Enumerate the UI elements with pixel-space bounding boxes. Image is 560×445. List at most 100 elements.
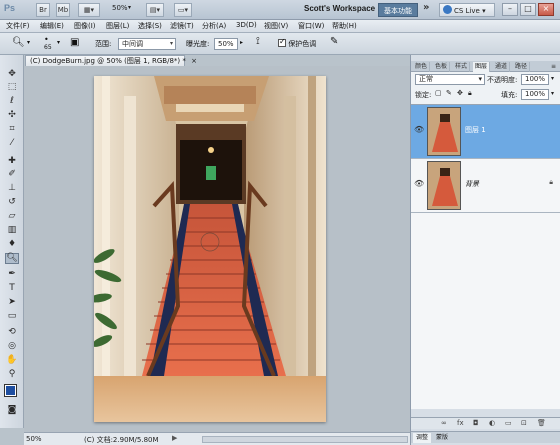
tab-channels[interactable]: 通道 xyxy=(493,62,511,72)
type-tool-icon[interactable]: T xyxy=(5,283,19,294)
lasso-tool-icon[interactable]: ℓ xyxy=(5,96,19,107)
add-mask-icon[interactable]: ◘ xyxy=(473,419,479,427)
range-select[interactable]: 中间调 ▾ xyxy=(118,38,176,50)
layer-row-layer1[interactable]: 👁︎ 图层 1 xyxy=(411,105,560,159)
tab-layers[interactable]: 图层 xyxy=(473,62,491,72)
horizontal-scrollbar[interactable] xyxy=(202,436,408,443)
history-brush-tool-icon[interactable]: ↺ xyxy=(5,197,19,208)
layer-name[interactable]: 背景 xyxy=(465,179,479,189)
zoom-tool-icon[interactable]: ⚲ xyxy=(5,369,19,380)
fill-input[interactable]: 100% xyxy=(521,89,549,100)
lock-transparent-icon[interactable]: ▢ xyxy=(435,89,442,97)
zoom-dropdown-icon[interactable]: ▾ xyxy=(128,4,131,11)
3d-rotate-tool-icon[interactable]: ⟲ xyxy=(5,327,19,338)
tab-styles[interactable]: 样式 xyxy=(453,62,471,72)
menu-edit[interactable]: 编辑(E) xyxy=(40,21,64,31)
clone-stamp-tool-icon[interactable]: ⊥ xyxy=(5,183,19,194)
lock-position-icon[interactable]: ✥ xyxy=(457,89,463,97)
tab-adjustments[interactable]: 调整 xyxy=(413,433,432,443)
tab-masks[interactable]: 蒙版 xyxy=(433,433,451,443)
lock-all-icon[interactable]: 🔒︎ xyxy=(468,89,472,98)
hand-tool-icon[interactable]: ✋ xyxy=(5,355,19,366)
menu-view[interactable]: 视图(V) xyxy=(264,21,288,31)
path-selection-tool-icon[interactable]: ➤ xyxy=(5,297,19,308)
zoom-level[interactable]: 50% xyxy=(112,4,128,12)
workspace-name[interactable]: Scott's Workspace xyxy=(304,4,375,13)
quick-mask-icon[interactable]: ◙ xyxy=(5,405,19,416)
cs-live-button[interactable]: CS Live ▾ xyxy=(439,3,495,17)
layer-style-icon[interactable]: fx xyxy=(457,419,464,427)
dodge-tool-preset-icon[interactable]: 🔍︎ xyxy=(12,37,25,48)
tablet-pressure-icon[interactable]: ✎ xyxy=(330,36,338,47)
screen-mode-button[interactable]: ▭▾ xyxy=(174,3,192,17)
airbrush-icon[interactable]: ⟟ xyxy=(256,36,260,47)
crop-tool-icon[interactable]: ⌗ xyxy=(5,124,19,135)
menu-analysis[interactable]: 分析(A) xyxy=(202,21,226,31)
status-zoom[interactable]: 50% xyxy=(26,435,42,443)
visibility-eye-icon[interactable]: 👁︎ xyxy=(414,125,424,134)
pen-tool-icon[interactable]: ✒ xyxy=(5,269,19,280)
3d-orbit-tool-icon[interactable]: ◎ xyxy=(5,341,19,352)
visibility-eye-icon[interactable]: 👁︎ xyxy=(414,179,424,188)
fill-slider-icon[interactable]: ▾ xyxy=(551,90,554,97)
bridge-button[interactable]: Br xyxy=(36,3,50,17)
photo-canvas[interactable] xyxy=(94,76,326,422)
layer-row-background[interactable]: 👁︎ 背景 🔒︎ xyxy=(411,159,560,213)
menu-file[interactable]: 文件(F) xyxy=(6,21,30,31)
spot-healing-tool-icon[interactable]: ✚ xyxy=(5,156,19,167)
menu-filter[interactable]: 滤镜(T) xyxy=(170,21,194,31)
move-tool-icon[interactable]: ✥ xyxy=(5,69,19,80)
close-button[interactable]: × xyxy=(538,3,554,16)
eraser-tool-icon[interactable]: ▱ xyxy=(5,211,19,222)
brush-tool-icon[interactable]: ✐ xyxy=(5,169,19,180)
menu-window[interactable]: 窗口(W) xyxy=(298,21,324,31)
exposure-input[interactable]: 50% xyxy=(214,38,238,50)
blur-tool-icon[interactable]: ♦ xyxy=(5,239,19,250)
dodge-tool-icon[interactable]: 🔍︎ xyxy=(5,253,19,264)
tab-swatches[interactable]: 色板 xyxy=(433,62,451,72)
opacity-slider-icon[interactable]: ▾ xyxy=(551,75,554,82)
new-layer-icon[interactable]: ⊡ xyxy=(521,419,527,427)
menu-image[interactable]: 图像(I) xyxy=(74,21,96,31)
panel-menu-icon[interactable]: ≡ xyxy=(549,62,558,72)
menu-layer[interactable]: 图层(L) xyxy=(106,21,129,31)
menu-help[interactable]: 帮助(H) xyxy=(332,21,357,31)
foreground-color-swatch[interactable] xyxy=(4,384,17,397)
new-group-icon[interactable]: ▭ xyxy=(505,419,512,427)
shape-tool-icon[interactable]: ▭ xyxy=(5,311,19,322)
minimize-button[interactable]: – xyxy=(502,3,518,16)
gradient-tool-icon[interactable]: ▥ xyxy=(5,225,19,236)
link-layers-icon[interactable]: ∞ xyxy=(441,419,447,427)
brush-panel-icon[interactable]: ▣ xyxy=(70,37,79,48)
adjustment-layer-icon[interactable]: ◐ xyxy=(489,419,495,427)
tab-paths[interactable]: 路径 xyxy=(513,62,531,72)
protect-tones-checkbox[interactable] xyxy=(278,37,286,47)
document-tab[interactable]: (C) DodgeBurn.jpg @ 50% (图层 1, RGB/8*) *… xyxy=(25,55,197,66)
menu-select[interactable]: 选择(S) xyxy=(138,21,162,31)
layer-name[interactable]: 图层 1 xyxy=(465,125,486,135)
quick-select-tool-icon[interactable]: ✣ xyxy=(5,110,19,121)
document-canvas-area[interactable] xyxy=(24,66,410,432)
view-extras-button[interactable]: ▦▾ xyxy=(78,3,100,17)
marquee-tool-icon[interactable]: ⬚ xyxy=(5,82,19,93)
tab-color[interactable]: 颜色 xyxy=(413,62,431,72)
mini-bridge-button[interactable]: Mb xyxy=(56,3,70,17)
protect-tones-option[interactable]: 保护色调 xyxy=(278,37,316,49)
more-workspaces-icon[interactable]: » xyxy=(423,2,429,13)
status-menu-icon[interactable]: ▶ xyxy=(172,434,177,442)
opacity-input[interactable]: 100% xyxy=(521,74,549,85)
brush-tip-icon[interactable]: • xyxy=(44,35,49,44)
brush-size-value[interactable]: 65 xyxy=(44,44,52,51)
document-size-info[interactable]: (C) 文档:2.90M/5.80M xyxy=(84,435,159,445)
brush-picker-dropdown-icon[interactable]: ▾ xyxy=(57,39,60,46)
arrange-documents-button[interactable]: ▤▾ xyxy=(146,3,164,17)
close-document-icon[interactable]: × xyxy=(191,57,197,65)
tool-preset-dropdown-icon[interactable]: ▾ xyxy=(27,39,30,46)
blend-mode-select[interactable]: 正常 ▾ xyxy=(415,74,485,85)
menu-3d[interactable]: 3D(D) xyxy=(236,21,257,29)
exposure-slider-icon[interactable]: ▸ xyxy=(240,39,243,46)
delete-layer-icon[interactable]: 🗑︎ xyxy=(537,419,546,427)
workspace-basic-button[interactable]: 基本功能 xyxy=(378,3,418,17)
eyedropper-tool-icon[interactable]: ⁄ xyxy=(5,138,19,149)
maximize-button[interactable]: □ xyxy=(520,3,536,16)
